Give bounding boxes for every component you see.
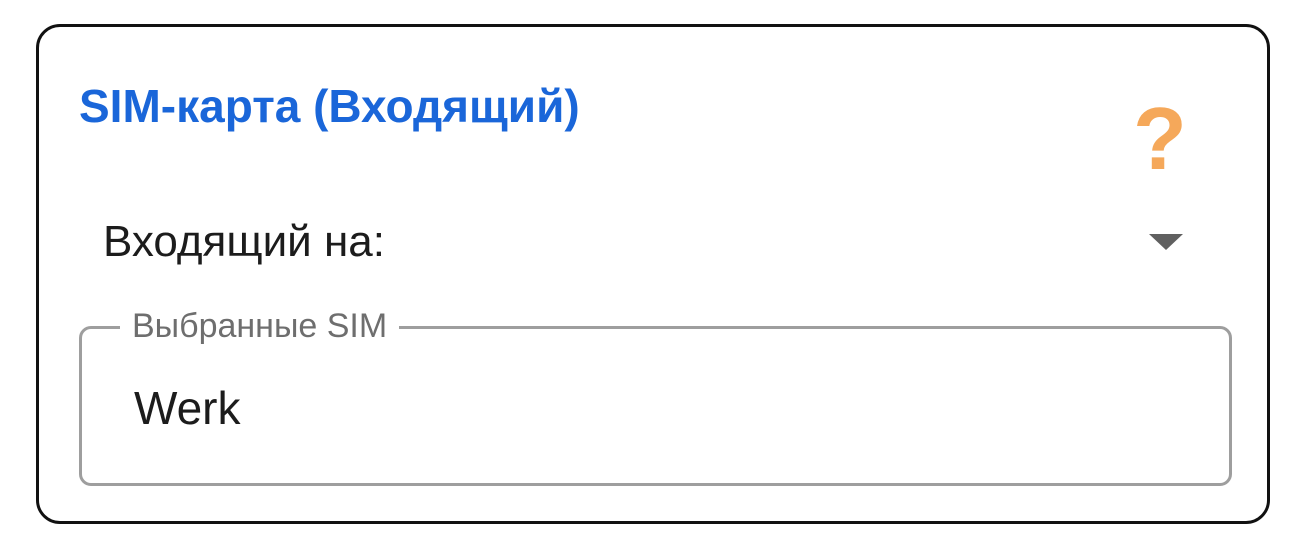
- incoming-on-dropdown[interactable]: Входящий на:: [103, 212, 1183, 282]
- card-title: SIM-карта (Входящий): [79, 80, 580, 132]
- selected-sim-legend: Выбранные SIM: [120, 304, 400, 349]
- selected-sim-field[interactable]: Выбранные SIM Werk: [79, 304, 1232, 486]
- selected-sim-value: Werk: [134, 382, 241, 434]
- dropdown-label: Входящий на:: [103, 217, 385, 266]
- chevron-down-icon: [1149, 234, 1183, 250]
- help-icon[interactable]: ?: [1133, 95, 1187, 183]
- sim-card-incoming-card: SIM-карта (Входящий) ? Входящий на: Выбр…: [36, 24, 1270, 524]
